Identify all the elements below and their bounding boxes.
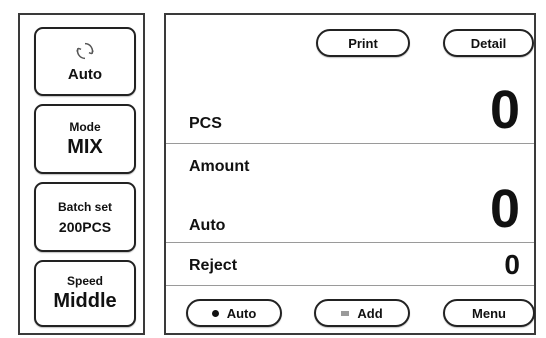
main-display-panel: Print Detail PCS 0 Amount Auto 0 Reject … xyxy=(164,13,536,335)
menu-button[interactable]: Menu xyxy=(443,299,535,327)
divider xyxy=(166,143,534,144)
mode-caption: Mode xyxy=(69,119,101,134)
detail-button-label: Detail xyxy=(470,35,507,51)
amount-label: Amount xyxy=(189,158,250,175)
batch-value: 200PCS xyxy=(58,218,112,235)
detail-button[interactable]: Detail xyxy=(443,29,534,57)
mode-button[interactable]: Mode MIX xyxy=(34,104,136,174)
auto-mode-label: Auto xyxy=(226,305,257,321)
menu-button-label: Menu xyxy=(472,305,506,321)
reject-label: Reject xyxy=(189,257,238,274)
auto-mode-button[interactable]: Auto xyxy=(186,299,282,327)
speed-value: Middle xyxy=(53,290,117,312)
speed-button[interactable]: Speed Middle xyxy=(34,260,136,327)
mode-value: MIX xyxy=(67,135,103,158)
auto-button-label: Auto xyxy=(67,66,103,83)
reject-count: 0 xyxy=(504,249,520,280)
square-icon xyxy=(341,310,350,316)
print-button-label: Print xyxy=(348,35,378,51)
batch-caption: Batch set xyxy=(57,199,113,214)
auto-button[interactable]: Auto xyxy=(34,27,136,96)
pcs-label: PCS xyxy=(189,115,222,132)
pcs-count: 0 xyxy=(489,80,520,140)
add-button-label: Add xyxy=(357,305,383,321)
sidebar-panel: Auto Mode MIX Batch set 200PCS Speed Mid… xyxy=(18,13,145,335)
auto-status-label: Auto xyxy=(189,217,226,234)
divider xyxy=(166,285,534,286)
add-button[interactable]: Add xyxy=(314,299,410,327)
dot-icon xyxy=(211,309,219,317)
batch-set-button[interactable]: Batch set 200PCS xyxy=(34,182,136,252)
speed-caption: Speed xyxy=(66,274,103,288)
print-button[interactable]: Print xyxy=(316,29,410,57)
divider xyxy=(166,242,534,243)
amount-value: 0 xyxy=(489,179,520,239)
sync-icon xyxy=(76,42,94,60)
